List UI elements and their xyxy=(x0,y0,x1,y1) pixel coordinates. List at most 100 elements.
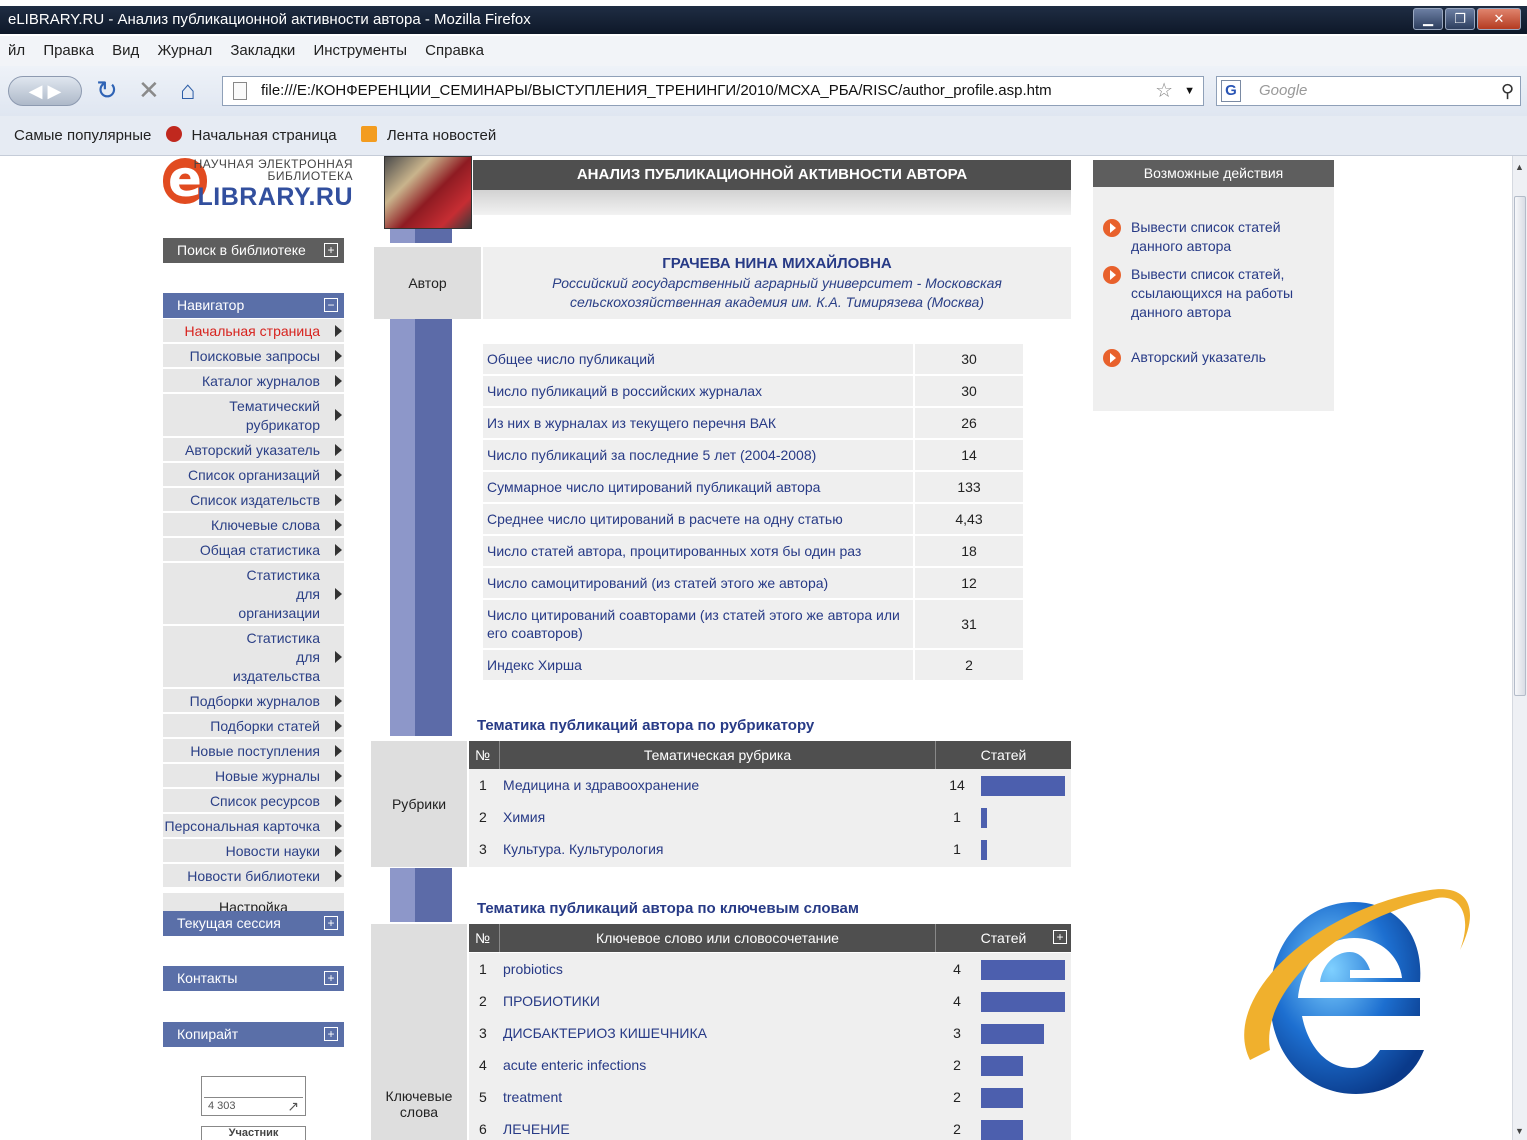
stat-row: Число публикаций в российских журналах 30 xyxy=(483,376,1023,406)
navigator-panel-header[interactable]: Навигатор − xyxy=(163,293,344,318)
stat-value: 26 xyxy=(915,408,1023,438)
sidebar-item[interactable]: Список организаций xyxy=(163,463,344,486)
current-session-panel[interactable]: Текущая сессия + xyxy=(163,911,344,936)
sidebar-item[interactable]: Персональная карточка xyxy=(163,814,344,837)
reload-icon[interactable]: ↻ xyxy=(96,76,118,104)
home-icon[interactable]: ⌂ xyxy=(180,76,196,104)
row-count: 14 xyxy=(949,777,965,793)
close-icon[interactable]: ✕ xyxy=(1477,8,1521,30)
stat-label[interactable]: Из них в журналах из текущего перечня ВА… xyxy=(483,408,913,438)
row-number: 5 xyxy=(479,1089,487,1105)
row-name-link[interactable]: probiotics xyxy=(503,953,563,985)
sidebar-item-label: Поисковые запросы xyxy=(189,348,320,364)
stat-label[interactable]: Общее число публикаций xyxy=(483,344,913,374)
minimize-icon[interactable]: ▁ xyxy=(1413,8,1443,30)
sidebar-item[interactable]: Подборки журналов xyxy=(163,689,344,712)
row-name-link[interactable]: Культура. Культурология xyxy=(503,833,664,865)
sidebar-item[interactable]: Новые поступления xyxy=(163,739,344,762)
sidebar-item[interactable]: Каталог журналов xyxy=(163,369,344,392)
stat-value: 31 xyxy=(915,600,1023,648)
row-name-link[interactable]: Медицина и здравоохранение xyxy=(503,769,699,801)
action-citing-articles[interactable]: Вывести список статей, ссылающихся на ра… xyxy=(1103,265,1331,322)
sidebar-item[interactable]: Список издательств xyxy=(163,488,344,511)
stat-label[interactable]: Среднее число цитирований в расчете на о… xyxy=(483,504,913,534)
expand-icon[interactable]: + xyxy=(1053,930,1067,944)
search-placeholder: Google xyxy=(1259,82,1308,99)
logo-subtitle: НАУЧНАЯ ЭЛЕКТРОННАЯ БИБЛИОТЕКА xyxy=(193,157,353,183)
row-name-link[interactable]: acute enteric infections xyxy=(503,1049,646,1081)
action-list-articles[interactable]: Вывести список статей данного автора xyxy=(1103,218,1331,256)
maximize-icon[interactable]: ❐ xyxy=(1445,8,1475,30)
sidebar-item[interactable]: Начальная страница xyxy=(163,319,344,342)
menu-edit[interactable]: Правка xyxy=(43,42,94,59)
bookmark-popular[interactable]: Самые популярные xyxy=(14,127,151,144)
sidebar-item[interactable]: Новости науки xyxy=(163,839,344,862)
row-name-link[interactable]: ДИСБАКТЕРИОЗ КИШЕЧНИКА xyxy=(503,1017,707,1049)
stat-label[interactable]: Индекс Хирша xyxy=(483,650,913,680)
author-label: Автор xyxy=(374,247,481,319)
stat-label[interactable]: Число цитирований соавторами (из статей … xyxy=(483,600,913,648)
stat-label[interactable]: Число публикаций за последние 5 лет (200… xyxy=(483,440,913,470)
expand-icon[interactable]: + xyxy=(324,243,338,257)
sidebar-item-label: Список ресурсов xyxy=(209,793,320,809)
row-name-link[interactable]: Химия xyxy=(503,801,545,833)
google-icon[interactable]: G xyxy=(1221,80,1241,102)
rubrics-table: 1 Медицина и здравоохранение 14 2 Химия 1 3 Кул… xyxy=(469,769,1071,867)
arrow-right-icon xyxy=(335,819,342,832)
stat-label[interactable]: Число публикаций в российских журналах xyxy=(483,376,913,406)
library-search-panel[interactable]: Поиск в библиотеке + xyxy=(163,238,344,263)
visit-counter[interactable]: 4 303 ↗ xyxy=(201,1076,306,1116)
sidebar-item[interactable]: Новости библиотеки xyxy=(163,864,344,887)
row-name-link[interactable]: ЛЕЧЕНИЕ xyxy=(503,1113,570,1140)
sidebar-item[interactable]: Авторский указатель xyxy=(163,438,344,461)
back-forward-buttons[interactable]: ◀ ▶ xyxy=(8,76,82,106)
sidebar-item[interactable]: Ключевые слова xyxy=(163,513,344,536)
menu-history[interactable]: Журнал xyxy=(157,42,212,59)
action-author-index[interactable]: Авторский указатель xyxy=(1103,348,1331,367)
collapse-icon[interactable]: − xyxy=(324,298,338,312)
menu-help[interactable]: Справка xyxy=(425,42,484,59)
bookmark-star-icon[interactable]: ☆ xyxy=(1155,77,1173,105)
sidebar-item[interactable]: Подборки статей xyxy=(163,714,344,737)
stop-icon[interactable]: ✕ xyxy=(138,76,160,104)
menu-tools[interactable]: Инструменты xyxy=(313,42,407,59)
expand-icon[interactable]: + xyxy=(324,916,338,930)
expand-icon[interactable]: + xyxy=(324,971,338,985)
stat-label[interactable]: Число статей автора, процитированных хот… xyxy=(483,536,913,566)
back-icon[interactable]: ◀ xyxy=(29,81,43,101)
stat-value: 30 xyxy=(915,344,1023,374)
stat-label[interactable]: Число самоцитирований (из статей этого ж… xyxy=(483,568,913,598)
elibrary-logo[interactable]: e НАУЧНАЯ ЭЛЕКТРОННАЯ БИБЛИОТЕКА LIBRARY.… xyxy=(163,156,353,216)
search-box[interactable]: G Google ⚲ xyxy=(1216,76,1521,106)
stat-value: 30 xyxy=(915,376,1023,406)
scroll-thumb[interactable] xyxy=(1514,196,1526,696)
menu-file[interactable]: йл xyxy=(8,42,25,59)
sidebar-item[interactable]: Статистика для издательства xyxy=(163,626,344,687)
url-dropdown-icon[interactable]: ▼ xyxy=(1184,77,1195,105)
scroll-down-icon[interactable]: ▼ xyxy=(1515,1126,1524,1136)
sidebar-item[interactable]: Тематический рубрикатор xyxy=(163,394,344,436)
expand-icon[interactable]: + xyxy=(324,1027,338,1041)
sidebar-item[interactable]: Список ресурсов xyxy=(163,789,344,812)
member-badge[interactable]: Участник xyxy=(201,1126,306,1140)
menu-bookmarks[interactable]: Закладки xyxy=(230,42,295,59)
bookmark-news-feed[interactable]: Лента новостей xyxy=(360,126,506,144)
sidebar-item[interactable]: Общая статистика xyxy=(163,538,344,561)
sidebar-item[interactable]: Статистика для организации xyxy=(163,563,344,624)
scroll-up-icon[interactable]: ▲ xyxy=(1515,162,1524,172)
sidebar-item[interactable]: Поисковые запросы xyxy=(163,344,344,367)
copyright-panel[interactable]: Копирайт + xyxy=(163,1022,344,1047)
author-name: ГРАЧЕВА НИНА МИХАЙЛОВНА xyxy=(662,255,892,272)
vertical-scrollbar[interactable]: ▲ ▼ xyxy=(1512,156,1527,1140)
row-name-link[interactable]: treatment xyxy=(503,1081,562,1113)
url-bar[interactable]: file:///E:/КОНФЕРЕНЦИИ_СЕМИНАРЫ/ВЫСТУПЛЕ… xyxy=(222,76,1204,106)
menu-view[interactable]: Вид xyxy=(112,42,139,59)
search-icon[interactable]: ⚲ xyxy=(1501,77,1514,105)
row-name-link[interactable]: ПРОБИОТИКИ xyxy=(503,985,600,1017)
forward-icon[interactable]: ▶ xyxy=(48,81,62,101)
sidebar-item[interactable]: Новые журналы xyxy=(163,764,344,787)
bookmark-start-page[interactable]: Начальная страница xyxy=(165,126,347,144)
stat-label[interactable]: Суммарное число цитирований публикаций а… xyxy=(483,472,913,502)
row-number: 3 xyxy=(479,841,487,857)
contacts-panel[interactable]: Контакты + xyxy=(163,966,344,991)
